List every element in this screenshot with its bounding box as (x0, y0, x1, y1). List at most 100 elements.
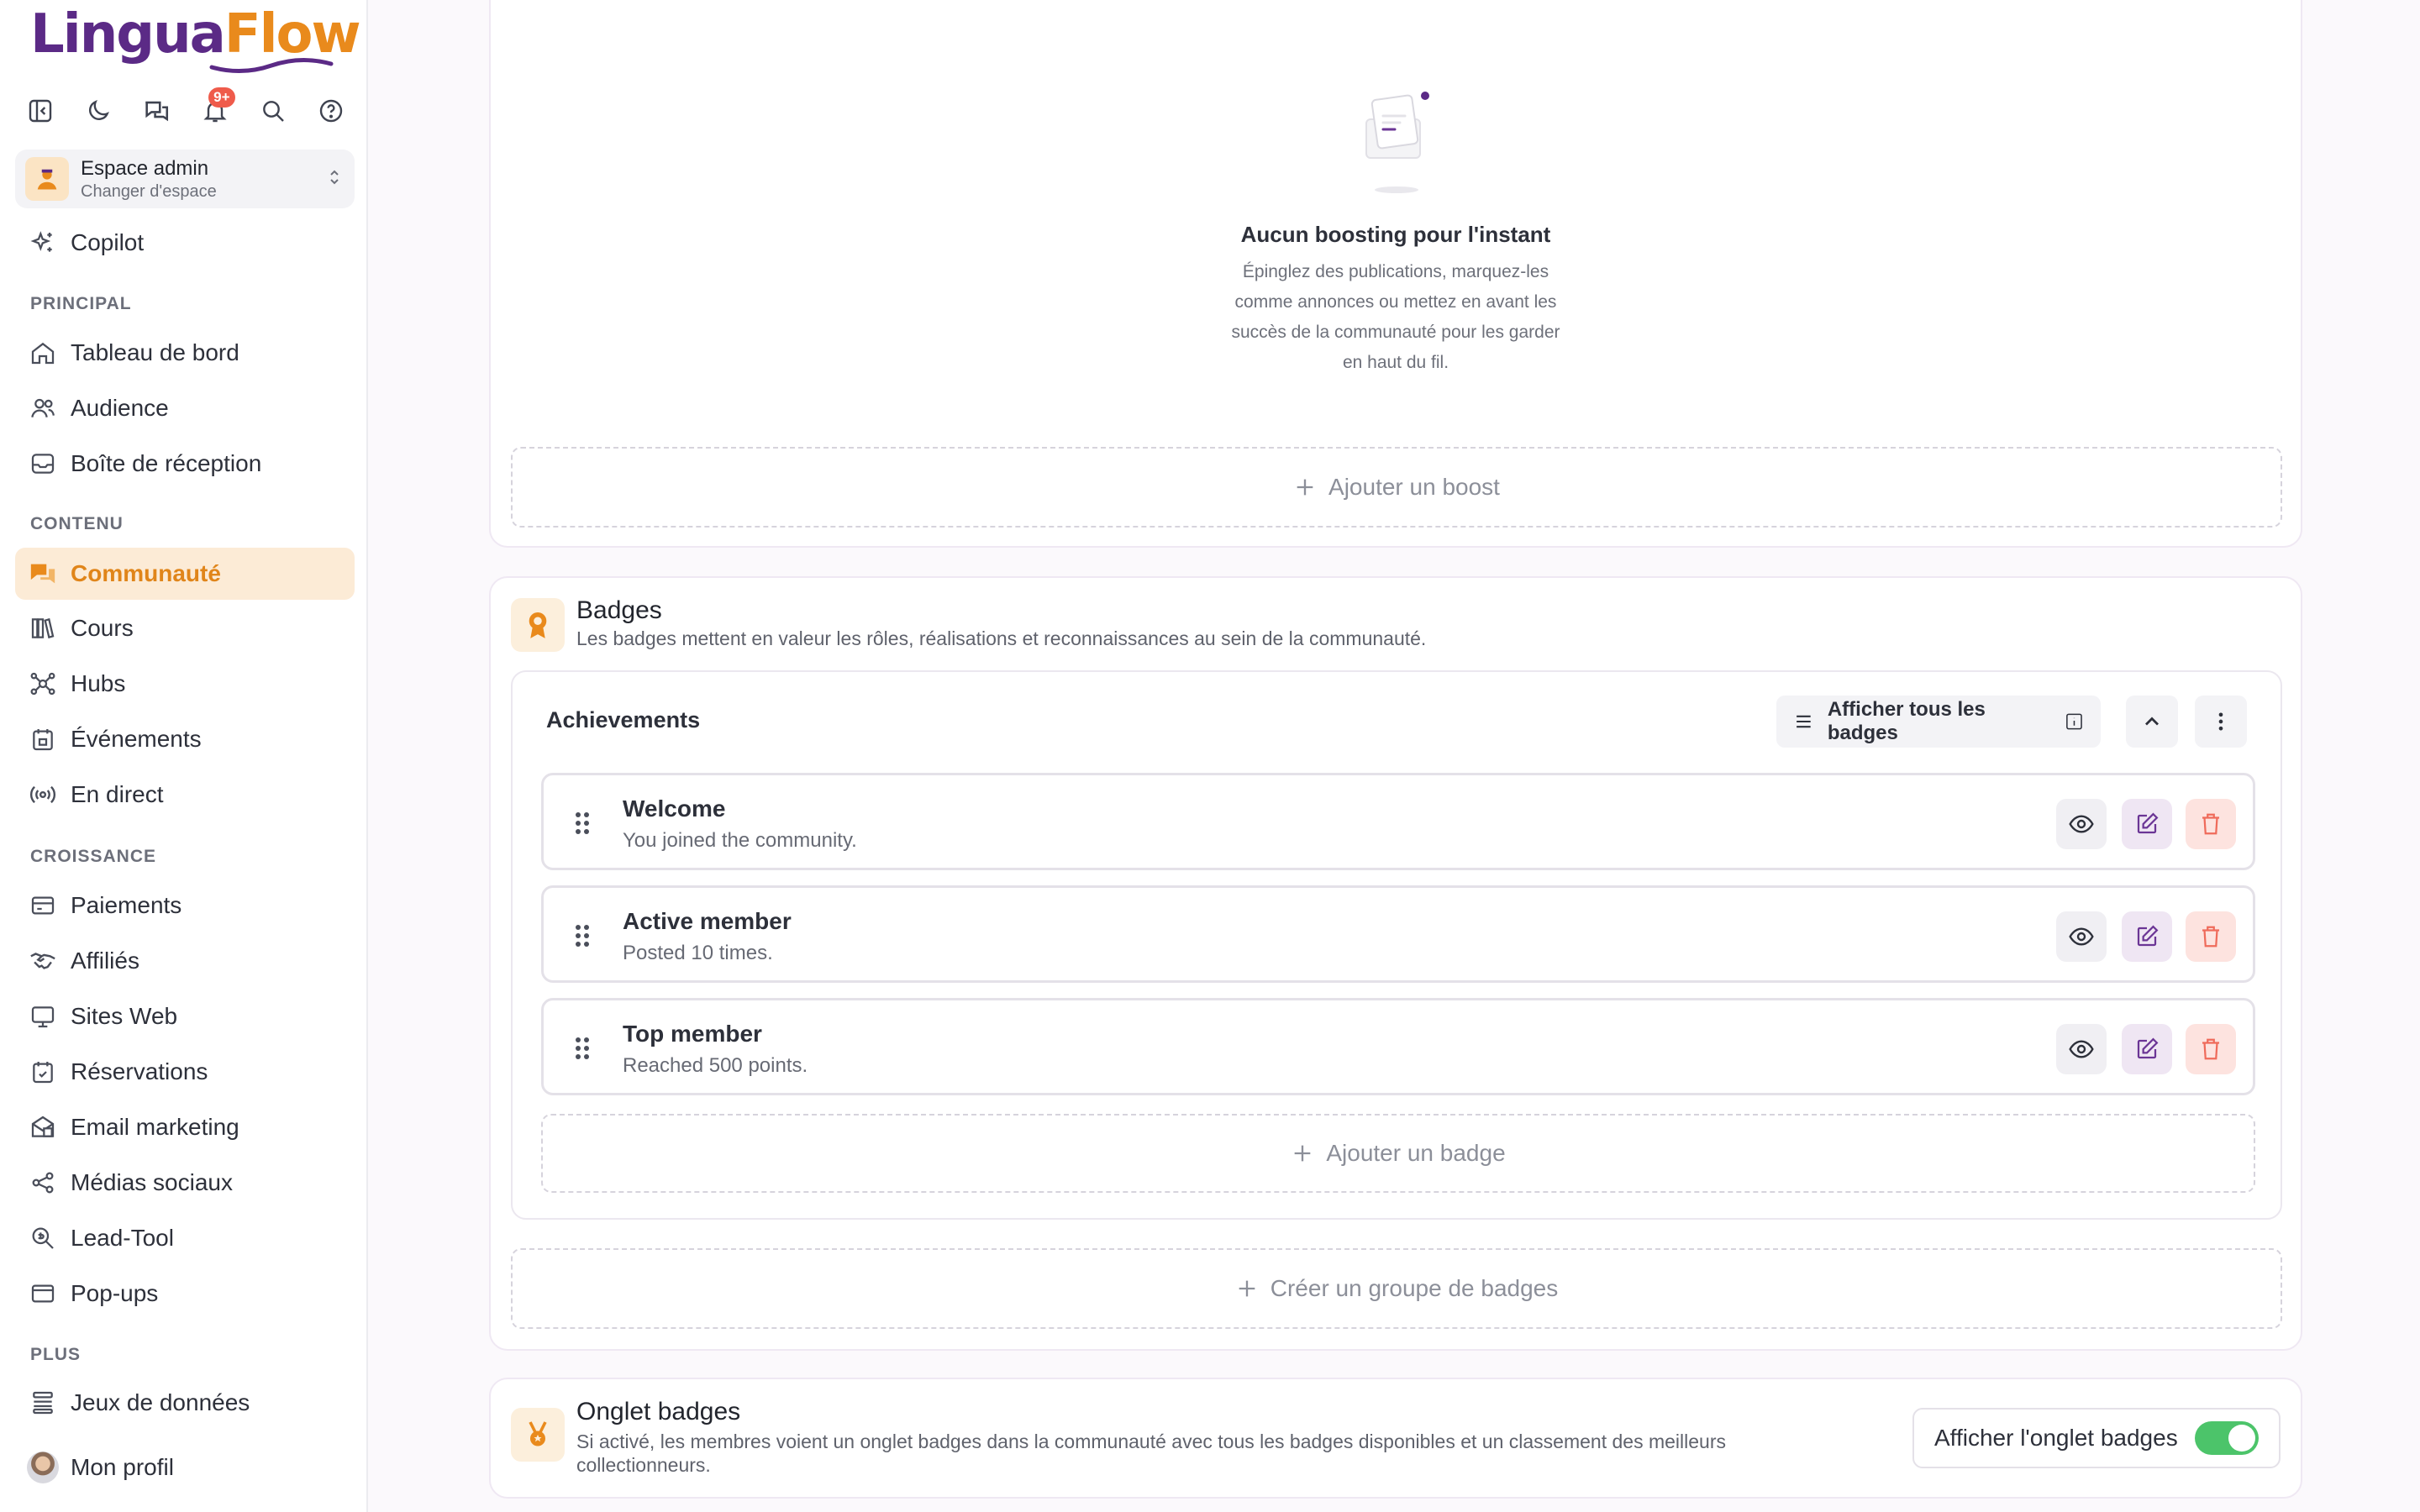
more-vertical-icon (2218, 712, 2223, 731)
badge-description: Reached 500 points. (623, 1054, 808, 1077)
show-badges-tab-setting[interactable]: Afficher l'onglet badges (1912, 1408, 2281, 1468)
boosting-card: Aucun boosting pour l'instant Épinglez d… (489, 0, 2302, 548)
show-badges-tab-label: Afficher l'onglet badges (1934, 1425, 2178, 1451)
edit-badge-button[interactable] (2122, 799, 2172, 849)
eye-icon (2069, 927, 2094, 946)
nav-affilies[interactable]: Affiliés (15, 935, 355, 987)
workspace-title: Espace admin (81, 156, 209, 180)
section-label-croissance: CROISSANCE (30, 847, 157, 866)
nav-label: Communauté (71, 560, 221, 586)
nav-label: Sites Web (71, 1003, 178, 1029)
logo-wave-icon (209, 57, 334, 74)
badge-name: Top member (623, 1021, 762, 1047)
trash-icon (2202, 926, 2219, 948)
nav-hubs[interactable]: Hubs (15, 658, 355, 710)
badges-description: Les badges mettent en valeur les rôles, … (576, 627, 1427, 649)
search-icon[interactable] (253, 91, 293, 131)
nav-evenements[interactable]: Événements (15, 713, 355, 765)
chevron-up-down-icon (324, 167, 345, 192)
group-more-options-button[interactable] (2195, 696, 2247, 748)
info-icon (2066, 713, 2082, 730)
nav-label: En direct (71, 781, 164, 807)
collapse-sidebar-icon[interactable] (20, 91, 60, 131)
plus-icon (1295, 1145, 1311, 1162)
badge-row[interactable]: Active member Posted 10 times. (541, 885, 2255, 983)
nav-audience[interactable]: Audience (15, 382, 355, 434)
nav-mon-profil[interactable]: Mon profil (15, 1441, 355, 1494)
nav-label: Affiliés (71, 948, 139, 974)
nav-label: Tableau de bord (71, 339, 239, 365)
nav-medias-sociaux[interactable]: Médias sociaux (15, 1157, 355, 1209)
delete-badge-button[interactable] (2186, 799, 2236, 849)
sidebar: LinguaFlow 9+ Espace admin Changer d'esp… (0, 0, 368, 1512)
medal-icon (511, 1408, 565, 1462)
nav-tableau-de-bord[interactable]: Tableau de bord (15, 327, 355, 379)
profile-avatar (27, 1452, 59, 1483)
empty-state-description: Épinglez des publications, marquez-les c… (1231, 262, 1560, 372)
create-badge-group-button[interactable]: Créer un groupe de badges (511, 1248, 2282, 1329)
hub-network-icon (27, 668, 59, 700)
nav-cours[interactable]: Cours (15, 602, 355, 654)
calendar-icon (27, 723, 59, 755)
nav-label: Paiements (71, 892, 182, 918)
show-all-badges-label: Afficher tous les badges (1827, 698, 1986, 744)
show-all-badges-button[interactable]: Afficher tous les badges (1776, 696, 2101, 748)
nav-label: Boîte de réception (71, 450, 262, 476)
notifications-icon[interactable]: 9+ (195, 87, 235, 131)
delete-badge-button[interactable] (2186, 1024, 2236, 1074)
add-boost-button[interactable]: Ajouter un boost (511, 447, 2282, 528)
nav-label: Audience (71, 395, 169, 421)
community-chat-icon (27, 558, 59, 590)
sparkles-icon (27, 227, 59, 259)
sidebar-toolbar: 9+ (20, 87, 351, 131)
badge-row[interactable]: Welcome You joined the community. (541, 773, 2255, 870)
delete-badge-button[interactable] (2186, 911, 2236, 962)
badge-description: You joined the community. (623, 829, 857, 852)
nav-reservations[interactable]: Réservations (15, 1046, 355, 1098)
badges-title: Badges (576, 596, 662, 624)
nav-label: Lead-Tool (71, 1225, 174, 1251)
nav-sites-web[interactable]: Sites Web (15, 990, 355, 1042)
edit-icon (2137, 1037, 2159, 1059)
view-badge-button[interactable] (2056, 799, 2107, 849)
drag-handle-icon[interactable] (574, 923, 591, 948)
live-broadcast-icon (27, 779, 59, 811)
add-badge-button[interactable]: Ajouter un badge (541, 1114, 2255, 1193)
workspace-switcher[interactable]: Espace admin Changer d'espace (15, 150, 355, 208)
workspace-subtitle: Changer d'espace (81, 181, 217, 201)
nav-paiements[interactable]: Paiements (15, 879, 355, 932)
home-icon (27, 337, 59, 369)
plus-icon (1297, 479, 1313, 496)
create-badge-group-label: Créer un groupe de badges (1270, 1275, 1559, 1301)
help-icon[interactable] (311, 91, 351, 131)
edit-badge-button[interactable] (2122, 911, 2172, 962)
nav-en-direct[interactable]: En direct (15, 769, 355, 821)
inbox-icon (27, 448, 59, 480)
edit-icon (2137, 925, 2159, 947)
badge-row[interactable]: Top member Reached 500 points. (541, 998, 2255, 1095)
empty-state-title: Aucun boosting pour l'instant (1240, 222, 1551, 247)
nav-boite-de-reception[interactable]: Boîte de réception (15, 438, 355, 490)
nav-jeux-de-donnees[interactable]: Jeux de données (15, 1377, 355, 1429)
logo-part-1: Lingua (30, 3, 226, 66)
collapse-group-button[interactable] (2126, 696, 2178, 748)
edit-badge-button[interactable] (2122, 1024, 2172, 1074)
view-badge-button[interactable] (2056, 911, 2107, 962)
view-badge-button[interactable] (2056, 1024, 2107, 1074)
chat-icon[interactable] (136, 91, 176, 131)
show-badges-tab-toggle[interactable] (2195, 1421, 2259, 1455)
drag-handle-icon[interactable] (574, 1036, 591, 1061)
nav-label: Événements (71, 726, 202, 752)
dark-mode-icon[interactable] (78, 91, 118, 131)
plus-icon (1239, 1280, 1255, 1297)
nav-email-marketing[interactable]: Email marketing (15, 1101, 355, 1153)
empty-document-icon (1365, 92, 1429, 193)
badge-description: Posted 10 times. (623, 942, 773, 964)
nav-communaute[interactable]: Communauté (15, 548, 355, 600)
nav-lead-tool[interactable]: Lead-Tool (15, 1212, 355, 1264)
nav-pop-ups[interactable]: Pop-ups (15, 1268, 355, 1320)
admin-avatar-icon (25, 157, 69, 201)
nav-copilot[interactable]: Copilot (15, 217, 355, 269)
notification-count-badge: 9+ (208, 87, 235, 108)
drag-handle-icon[interactable] (574, 811, 591, 836)
